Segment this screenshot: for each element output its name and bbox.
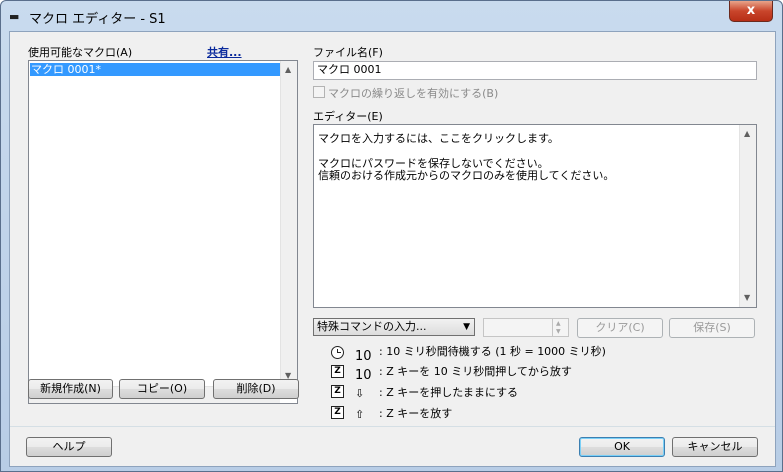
z-key-icon: Z	[331, 385, 344, 398]
z-key-icon: Z	[331, 406, 344, 419]
editor-line: 信頼のおける作成元からのマクロのみを使用してください。	[318, 169, 615, 182]
copy-macro-button[interactable]: コピー(O)	[119, 379, 205, 399]
z-key-icon: Z	[331, 365, 344, 378]
share-link[interactable]: 共有...	[207, 44, 242, 60]
legend-text: : 10 ミリ秒間待機する (1 秒 = 1000 ミリ秒)	[379, 345, 606, 358]
legend-press-value: 10	[355, 368, 372, 383]
editor-label: エディター(E)	[313, 110, 383, 123]
delete-macro-button[interactable]: 削除(D)	[213, 379, 299, 399]
legend-delay-value: 10	[355, 349, 372, 364]
chevron-down-icon: ▼	[463, 322, 470, 332]
clock-icon	[331, 346, 344, 359]
cancel-button[interactable]: キャンセル	[672, 437, 758, 457]
legend-text: : Z キーを放す	[379, 407, 453, 420]
app-icon: ▬	[9, 10, 20, 23]
dialog-client-area: 使用可能なマクロ(A) 共有... マクロ 0001* ▲ ▼ ◀ ▶ 新規作成…	[9, 31, 776, 467]
spin-up-icon[interactable]: ▲	[556, 320, 561, 327]
available-macros-label: 使用可能なマクロ(A)	[28, 46, 133, 59]
scroll-down-icon[interactable]: ▼	[744, 293, 750, 302]
spin-down-icon[interactable]: ▼	[556, 328, 561, 335]
arrow-down-icon: ⇩	[355, 387, 365, 400]
ok-button[interactable]: OK	[579, 437, 665, 457]
footer-separator	[10, 426, 775, 427]
clear-button[interactable]: クリア(C)	[577, 318, 663, 338]
save-button[interactable]: 保存(S)	[669, 318, 755, 338]
repeat-checkbox[interactable]	[313, 86, 325, 98]
special-command-value: 特殊コマンドの入力...	[317, 320, 427, 333]
spin-buttons[interactable]: ▲ ▼	[552, 319, 568, 336]
repeat-checkbox-label: マクロの繰り返しを有効にする(B)	[328, 87, 499, 100]
macro-editor-textarea[interactable]: マクロを入力するには、ここをクリックします。 マクロにパスワードを保存しないでく…	[313, 124, 757, 308]
macro-listbox[interactable]: マクロ 0001* ▲ ▼ ◀ ▶	[28, 60, 298, 404]
arrow-up-icon: ⇧	[355, 408, 365, 421]
legend-text: : Z キーを 10 ミリ秒間押してから放す	[379, 365, 572, 378]
legend-text: : Z キーを押したままにする	[379, 386, 519, 399]
scroll-up-icon[interactable]: ▲	[285, 65, 291, 74]
title-bar[interactable]: ▬ マクロ エディター - S1 x	[1, 1, 782, 31]
editor-line: マクロを入力するには、ここをクリックします。	[318, 132, 559, 145]
macro-list-item[interactable]: マクロ 0001*	[30, 63, 282, 76]
scroll-up-icon[interactable]: ▲	[744, 129, 750, 138]
filename-label: ファイル名(F)	[313, 46, 383, 59]
list-vertical-scrollbar[interactable]: ▲ ▼	[280, 61, 297, 387]
delay-spinbox[interactable]: ▲ ▼	[483, 318, 569, 337]
special-command-dropdown[interactable]: 特殊コマンドの入力... ▼	[313, 318, 475, 336]
macro-editor-window: ▬ マクロ エディター - S1 x 使用可能なマクロ(A) 共有... マクロ…	[0, 0, 783, 472]
window-title: マクロ エディター - S1	[29, 12, 166, 27]
close-button[interactable]: x	[729, 1, 773, 22]
filename-input[interactable]: マクロ 0001	[313, 61, 757, 80]
help-button[interactable]: ヘルプ	[26, 437, 112, 457]
editor-vertical-scrollbar[interactable]: ▲ ▼	[739, 125, 756, 307]
new-macro-button[interactable]: 新規作成(N)	[28, 379, 113, 399]
